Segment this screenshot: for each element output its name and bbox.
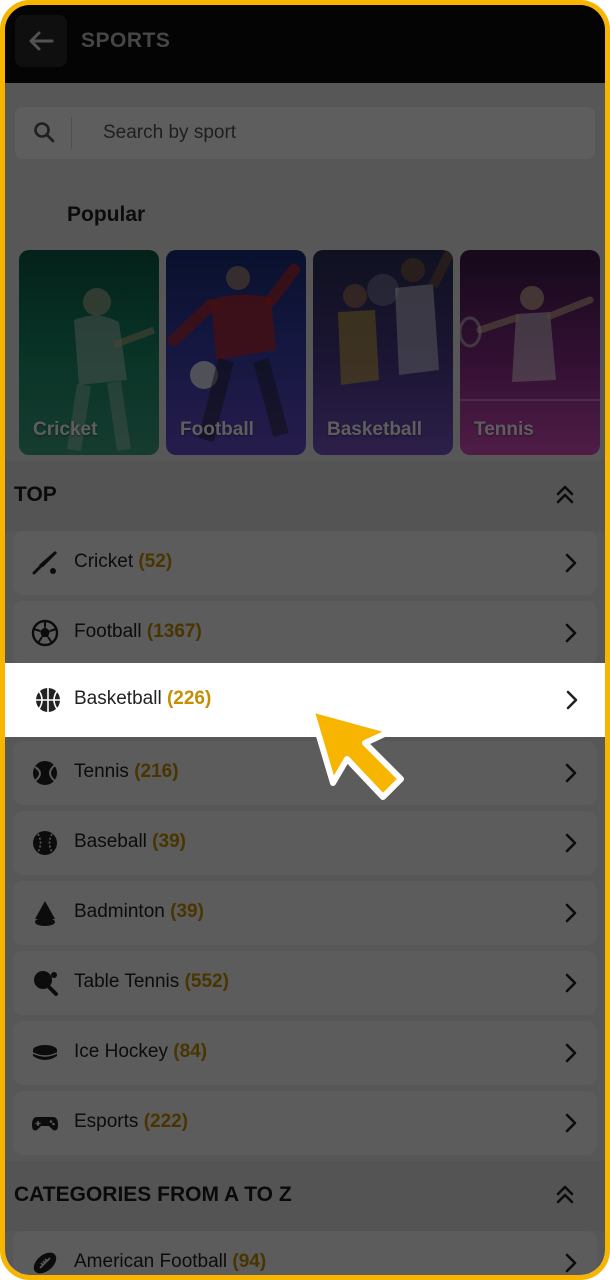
sport-row-badminton[interactable]: Badminton (39) [13, 881, 597, 945]
app-bar: SPORTS [5, 5, 605, 83]
sport-name: Football [74, 621, 142, 642]
sport-row-table-tennis[interactable]: Table Tennis (552) [13, 951, 597, 1015]
sport-count: (84) [173, 1041, 208, 1062]
basketball-icon [36, 688, 60, 712]
sport-name: Baseball [74, 831, 147, 852]
popular-card-cricket[interactable]: Cricket [19, 250, 159, 455]
sport-count: (552) [184, 971, 229, 992]
phone-frame: SPORTS Search by sport Popular Cricket F… [0, 0, 610, 1280]
sport-count: (222) [143, 1111, 189, 1132]
sport-name: Badminton [74, 901, 165, 922]
search-input[interactable]: Search by sport [15, 107, 595, 159]
card-label: Basketball [327, 419, 423, 440]
search-icon [34, 122, 55, 143]
card-label: Tennis [474, 419, 534, 440]
sport-count: (216) [134, 761, 179, 782]
chevron-right-icon [565, 833, 577, 853]
sport-row-esports[interactable]: Esports (222) [13, 1091, 597, 1155]
chevron-right-icon [565, 623, 577, 643]
search-placeholder: Search by sport [103, 122, 237, 143]
sport-name: Esports [74, 1111, 139, 1132]
popular-card-tennis[interactable]: Tennis [460, 250, 600, 455]
gamepad-icon [32, 1117, 58, 1131]
double-chevron-up-icon[interactable] [555, 1183, 575, 1205]
search-divider [71, 117, 72, 149]
shuttlecock-icon [35, 901, 55, 926]
tennis-ball-icon [33, 761, 57, 785]
sport-count: (1367) [146, 621, 202, 642]
hockey-puck-icon [32, 1045, 58, 1060]
table-tennis-paddle-icon [34, 971, 58, 996]
sport-name: Table Tennis [74, 971, 180, 992]
top-section-header[interactable]: TOP [5, 461, 605, 531]
chevron-right-icon [565, 553, 577, 573]
card-label: Cricket [33, 419, 98, 440]
football-icon [31, 619, 59, 647]
sport-row-ice-hockey[interactable]: Ice Hockey (84) [13, 1021, 597, 1085]
sport-name: Tennis [74, 761, 129, 782]
baseball-icon [33, 831, 57, 855]
chevron-right-icon [565, 903, 577, 923]
popular-cards: Cricket Football Basketball Tennis [19, 250, 605, 456]
sport-count: (226) [166, 688, 212, 709]
back-button[interactable] [15, 15, 67, 67]
sport-count: (52) [138, 551, 173, 572]
categories-section-title: CATEGORIES FROM A TO Z [14, 1183, 292, 1206]
sport-name: Ice Hockey [74, 1041, 168, 1062]
sport-row-american-football[interactable]: American Football (94) [13, 1231, 597, 1275]
arrow-left-icon [29, 31, 54, 51]
sport-name: Basketball [74, 688, 162, 709]
categories-section-header[interactable]: CATEGORIES FROM A TO Z [5, 1161, 605, 1231]
top-section-title: TOP [14, 483, 57, 506]
american-football-icon [33, 1252, 57, 1274]
sport-row-football[interactable]: Football (1367) [13, 601, 597, 665]
sport-name: Cricket [74, 551, 134, 572]
sport-count: (39) [170, 901, 204, 922]
cricket-bat-icon [32, 551, 57, 575]
hand-pointer-arrow-icon [308, 706, 404, 800]
card-label: Football [180, 419, 254, 440]
popular-card-basketball[interactable]: Basketball [313, 250, 453, 455]
popular-card-football[interactable]: Football [166, 250, 306, 455]
chevron-right-icon [565, 973, 577, 993]
page-title: SPORTS [81, 29, 171, 52]
double-chevron-up-icon[interactable] [555, 483, 575, 505]
chevron-right-icon [565, 763, 577, 783]
sport-name: American Football [74, 1251, 228, 1272]
chevron-right-icon [565, 1113, 577, 1133]
chevron-right-icon [565, 1253, 577, 1273]
sport-count: (94) [232, 1251, 267, 1272]
chevron-right-icon [565, 1043, 577, 1063]
sport-row-cricket[interactable]: Cricket (52) [13, 531, 597, 595]
chevron-right-icon [566, 690, 578, 710]
popular-title: Popular [67, 203, 146, 226]
sport-count: (39) [152, 831, 186, 852]
sport-row-baseball[interactable]: Baseball (39) [13, 811, 597, 875]
